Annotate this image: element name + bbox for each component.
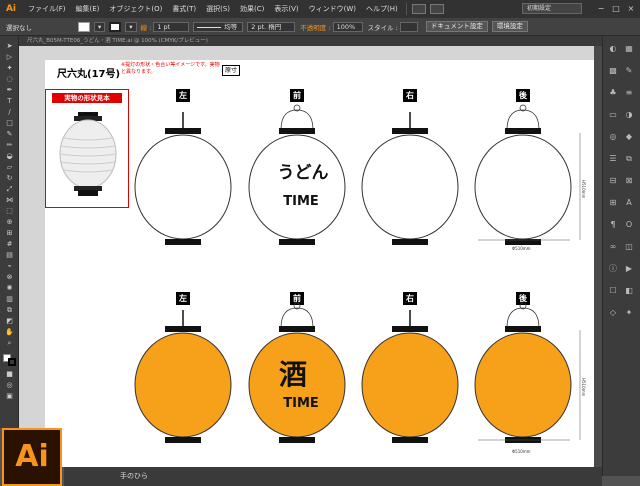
lantern-top-cap — [279, 326, 315, 332]
lantern-top-cap — [279, 128, 315, 134]
dimension-height: H510mm — [581, 378, 586, 397]
lantern-body — [134, 332, 232, 438]
dimension-width: Φ510mm — [512, 449, 531, 454]
lantern-top-cap — [165, 326, 201, 332]
lantern-body — [361, 332, 459, 438]
lantern-top-cap — [392, 128, 428, 134]
lantern-body — [361, 134, 459, 240]
current-tool-status: 手のひら — [120, 472, 148, 480]
lantern-body — [248, 134, 346, 240]
lantern-drawings — [134, 104, 581, 443]
lantern-top-cap — [165, 128, 201, 134]
lantern-hook — [280, 307, 314, 329]
lantern-bottom-cap — [392, 239, 428, 245]
lantern-bottom-cap — [392, 437, 428, 443]
lantern-top-cap — [505, 128, 541, 134]
lantern-hook — [506, 109, 540, 131]
front-design-sake: 酒 — [278, 358, 307, 391]
front-design-udon: うどん — [277, 163, 329, 183]
lantern-hook — [280, 109, 314, 131]
front-design-time: TIME — [283, 396, 319, 411]
dimension-width: Φ510mm — [512, 246, 531, 251]
front-design-time: TIME — [283, 194, 319, 209]
lantern-body — [474, 134, 572, 240]
illustrator-logo: Ai — [2, 428, 62, 486]
lantern-top-cap — [392, 326, 428, 332]
lantern-bottom-cap — [279, 437, 315, 443]
lantern-bottom-cap — [165, 239, 201, 245]
lantern-body — [134, 134, 232, 240]
lantern-bottom-cap — [165, 437, 201, 443]
lantern-bottom-cap — [279, 239, 315, 245]
dimension-height: H510mm — [581, 180, 586, 199]
lantern-top-cap — [505, 326, 541, 332]
lantern-hook — [506, 307, 540, 329]
lantern-body — [474, 332, 572, 438]
status-bar: 手のひら — [64, 467, 602, 486]
